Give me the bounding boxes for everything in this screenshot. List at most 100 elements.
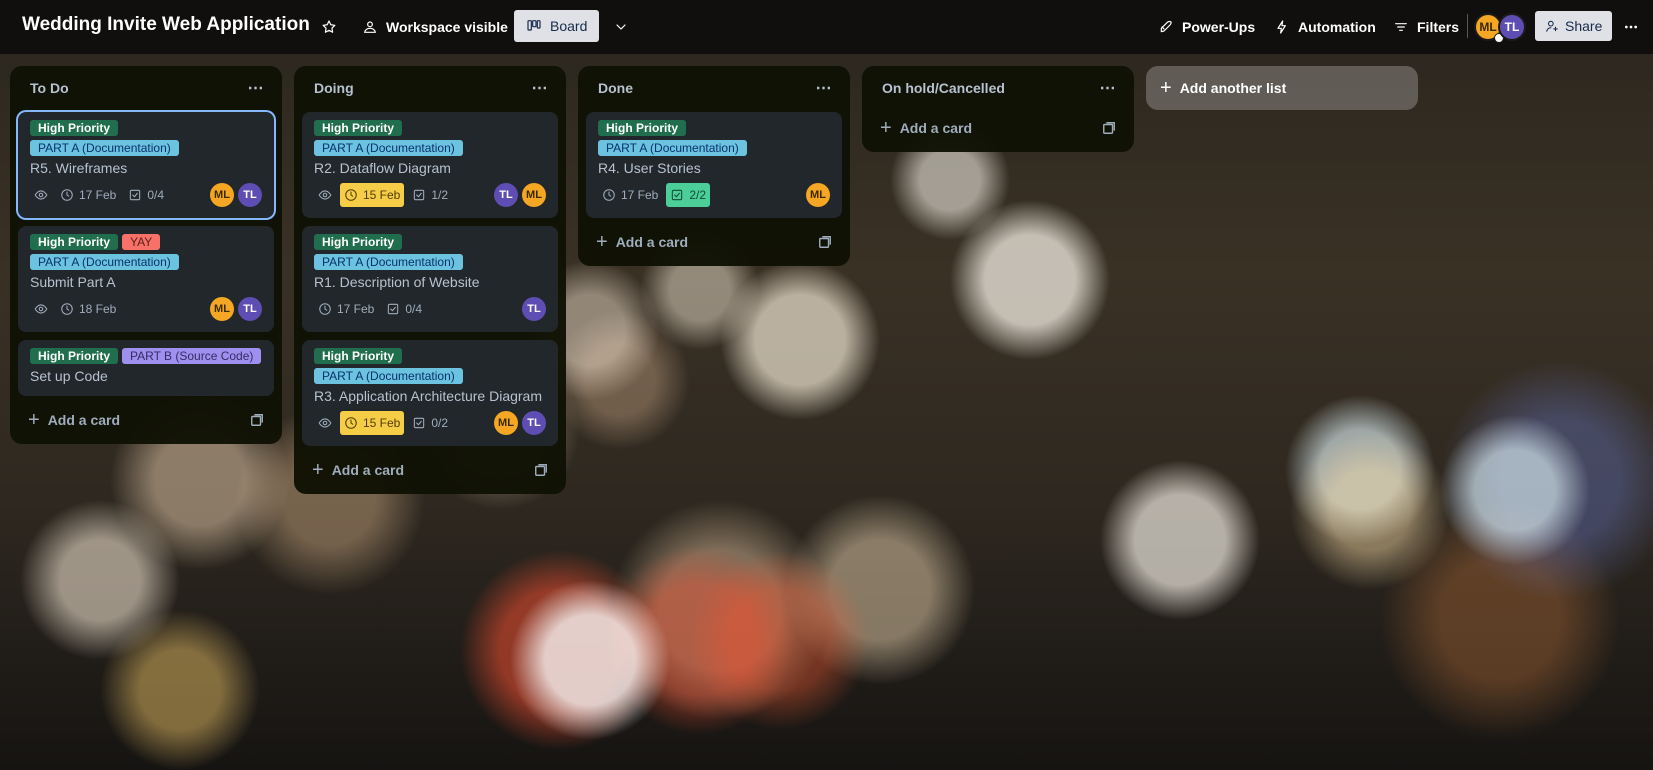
add-card-label: Add a card xyxy=(615,234,689,250)
member-avatar[interactable]: ML xyxy=(806,183,830,207)
card-template-icon[interactable] xyxy=(1102,121,1116,135)
add-card-button[interactable]: + Add a card xyxy=(302,454,558,486)
label-part-a[interactable]: PART A (Documentation) xyxy=(30,140,179,156)
member-avatar[interactable]: ML xyxy=(494,411,518,435)
star-board-button[interactable] xyxy=(316,11,342,43)
member-avatar[interactable]: ML xyxy=(522,183,546,207)
workspace-visibility-button[interactable]: Workspace visible xyxy=(354,11,516,43)
label-high-priority[interactable]: High Priority xyxy=(314,234,403,250)
due-date-badge[interactable]: 15 Feb xyxy=(340,183,405,207)
share-button[interactable]: Share xyxy=(1535,11,1613,41)
label-part-a[interactable]: PART A (Documentation) xyxy=(30,254,179,270)
label-part-a[interactable]: PART A (Documentation) xyxy=(314,140,463,156)
label-high-priority[interactable]: High Priority xyxy=(30,234,119,250)
rocket-icon xyxy=(1160,20,1172,33)
add-card-button[interactable]: + Add a card xyxy=(586,226,842,258)
label-yay[interactable]: YAY xyxy=(122,234,161,250)
member-avatar[interactable]: TL xyxy=(1498,13,1526,41)
list-menu-icon[interactable]: ⋯ xyxy=(528,78,552,98)
list-header[interactable]: On hold/Cancelled ⋯ xyxy=(862,66,1134,112)
card-template-icon[interactable] xyxy=(534,463,548,477)
due-date-badge[interactable]: 17 Feb xyxy=(56,183,120,207)
list-menu-icon[interactable]: ⋯ xyxy=(244,78,268,98)
due-date-badge[interactable]: 15 Feb xyxy=(340,411,405,435)
due-date-badge[interactable]: 17 Feb xyxy=(598,183,662,207)
label-high-priority[interactable]: High Priority xyxy=(314,348,403,364)
card-template-icon[interactable] xyxy=(250,413,264,427)
label-part-a[interactable]: PART A (Documentation) xyxy=(314,254,463,270)
member-avatar[interactable]: TL xyxy=(522,297,546,321)
automation-button[interactable]: Automation xyxy=(1266,11,1384,43)
plus-icon: + xyxy=(596,231,608,253)
plus-icon: + xyxy=(1160,77,1172,99)
due-date-badge[interactable]: 18 Feb xyxy=(56,297,120,321)
list-to-do: To Do ⋯ High Priority PART A (Documentat… xyxy=(10,66,282,444)
add-card-label: Add a card xyxy=(331,462,405,478)
add-card-label: Add a card xyxy=(47,412,121,428)
add-card-button[interactable]: + Add a card xyxy=(18,404,274,436)
checklist-badge: 1/2 xyxy=(408,183,452,207)
add-card-button[interactable]: + Add a card xyxy=(870,112,1126,144)
checklist-badge: 0/4 xyxy=(124,183,168,207)
member-avatar[interactable]: TL xyxy=(494,183,518,207)
power-ups-label: Power-Ups xyxy=(1182,19,1256,35)
card-title: Submit Part A xyxy=(30,274,116,290)
header-divider xyxy=(1467,14,1468,38)
board-title[interactable]: Wedding Invite Web Application xyxy=(22,14,310,36)
card-set-up-code[interactable]: High Priority PART B (Source Code) Set u… xyxy=(18,340,274,396)
card-template-icon[interactable] xyxy=(818,235,832,249)
label-part-a[interactable]: PART A (Documentation) xyxy=(314,368,463,384)
due-date-badge[interactable]: 17 Feb xyxy=(314,297,378,321)
member-avatar[interactable]: TL xyxy=(238,297,262,321)
label-part-a[interactable]: PART A (Documentation) xyxy=(598,140,747,156)
card-r5-wireframes[interactable]: High Priority PART A (Documentation) R5.… xyxy=(18,112,274,218)
card-title: R5. Wireframes xyxy=(30,160,128,176)
power-ups-button[interactable]: Power-Ups xyxy=(1150,11,1263,43)
card-r2-dataflow-diagram[interactable]: High Priority PART A (Documentation) R2.… xyxy=(302,112,558,218)
eye-icon xyxy=(318,190,332,200)
board-view-button[interactable]: Board xyxy=(514,10,600,42)
eye-icon xyxy=(318,418,332,428)
card-title: R4. User Stories xyxy=(598,160,701,176)
view-switcher-button[interactable] xyxy=(608,11,634,43)
list-title[interactable]: On hold/Cancelled xyxy=(882,80,1005,96)
label-high-priority[interactable]: High Priority xyxy=(30,120,119,136)
list-title[interactable]: Doing xyxy=(314,80,354,96)
checklist-badge: 2/2 xyxy=(666,183,711,207)
member-avatar[interactable]: TL xyxy=(522,411,546,435)
list-header[interactable]: To Do ⋯ xyxy=(10,66,282,112)
watching-badge xyxy=(30,297,52,321)
chevron-down-icon xyxy=(616,24,626,30)
list-header[interactable]: Done ⋯ xyxy=(578,66,850,112)
list-title[interactable]: To Do xyxy=(30,80,69,96)
member-avatar[interactable]: TL xyxy=(238,183,262,207)
board-menu-button[interactable] xyxy=(1617,11,1647,43)
card-title: R2. Dataflow Diagram xyxy=(314,160,451,176)
label-part-b[interactable]: PART B (Source Code) xyxy=(122,348,262,364)
card-title: Set up Code xyxy=(30,368,108,384)
card-r3-application-architecture-diagram[interactable]: High Priority PART A (Documentation) R3.… xyxy=(302,340,558,446)
label-high-priority[interactable]: High Priority xyxy=(30,348,119,364)
card-submit-part-a[interactable]: High Priority YAY PART A (Documentation)… xyxy=(18,226,274,332)
card-r1-description-of-website[interactable]: High Priority PART A (Documentation) R1.… xyxy=(302,226,558,332)
member-avatar[interactable]: ML xyxy=(210,183,234,207)
list-header[interactable]: Doing ⋯ xyxy=(294,66,566,112)
plus-icon: + xyxy=(880,117,892,139)
list-menu-icon[interactable]: ⋯ xyxy=(1096,78,1120,98)
add-list-button[interactable]: + Add another list xyxy=(1146,66,1418,110)
card-r4-user-stories[interactable]: High Priority PART A (Documentation) R4.… xyxy=(586,112,842,218)
label-high-priority[interactable]: High Priority xyxy=(598,120,687,136)
more-icon xyxy=(1625,25,1637,29)
card-title: R3. Application Architecture Diagram xyxy=(314,388,542,404)
add-list-label: Add another list xyxy=(1179,80,1287,96)
label-high-priority[interactable]: High Priority xyxy=(314,120,403,136)
add-person-icon xyxy=(1546,20,1558,32)
list-title[interactable]: Done xyxy=(598,80,633,96)
member-avatar[interactable]: ML xyxy=(210,297,234,321)
list-done: Done ⋯ High Priority PART A (Documentati… xyxy=(578,66,850,266)
checkbox-icon xyxy=(388,303,399,315)
filters-button[interactable]: Filters xyxy=(1385,11,1467,43)
checklist-badge: 0/2 xyxy=(408,411,452,435)
lightning-icon xyxy=(1277,20,1286,34)
list-menu-icon[interactable]: ⋯ xyxy=(812,78,836,98)
